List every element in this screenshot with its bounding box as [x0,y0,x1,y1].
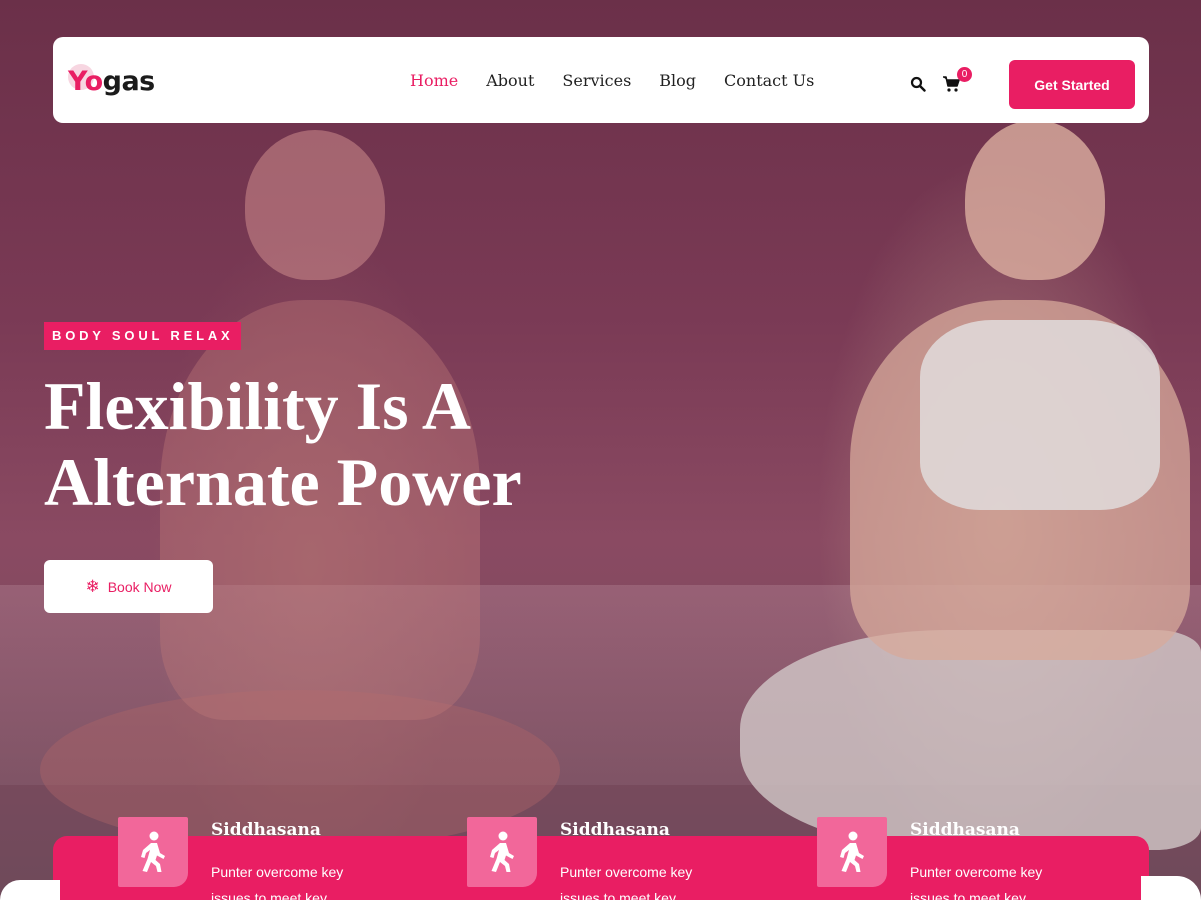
hero-figure-right-top [920,320,1160,510]
hero-title-line1: Flexibility Is A [44,368,471,444]
feature-icon-box [467,817,537,887]
logo-text: Yogas [68,65,155,97]
hero-figure-right-head [965,120,1105,280]
section-curve-left [0,880,60,900]
book-now-label: Book Now [107,578,172,595]
nav-home[interactable]: Home [410,71,458,90]
book-now-button[interactable]: ❄ Book Now [44,560,213,613]
site-logo[interactable]: Yogas [68,61,155,101]
feature-desc: Punter overcome key issues to meet key [910,864,1043,900]
feature-card: Siddhasana Punter overcome key issues to… [118,817,418,900]
hero-tag: BODY SOUL RELAX [44,322,242,350]
hero-figure-left-head [245,130,385,280]
snowflake-icon: ❄ [85,577,100,596]
cart-count-badge: 0 [957,67,972,82]
nav-about[interactable]: About [486,71,534,90]
feature-title: Siddhasana [560,820,670,840]
feature-icon-box [118,817,188,887]
walking-person-icon [840,831,864,872]
nav-contact-us[interactable]: Contact Us [724,71,814,90]
feature-title: Siddhasana [211,820,321,840]
feature-card: Siddhasana Punter overcome key issues to… [467,817,767,900]
main-nav: Home About Services Blog Contact Us [410,37,814,123]
site-header: Yogas Home About Services Blog Contact U… [53,37,1149,123]
hero-title-line2: Alternate Power [44,444,522,520]
hero-title: Flexibility Is A Alternate Power [44,368,664,520]
nav-blog[interactable]: Blog [659,71,696,90]
feature-desc: Punter overcome key issues to meet key [560,864,693,900]
search-icon[interactable] [910,76,926,92]
feature-desc: Punter overcome key issues to meet key [211,864,344,900]
feature-title: Siddhasana [910,820,1020,840]
get-started-button[interactable]: Get Started [1009,60,1135,109]
walking-person-icon [490,831,514,872]
nav-services[interactable]: Services [562,71,631,90]
feature-card: Siddhasana Punter overcome key issues to… [817,817,1117,900]
feature-icon-box [817,817,887,887]
walking-person-icon [141,831,165,872]
